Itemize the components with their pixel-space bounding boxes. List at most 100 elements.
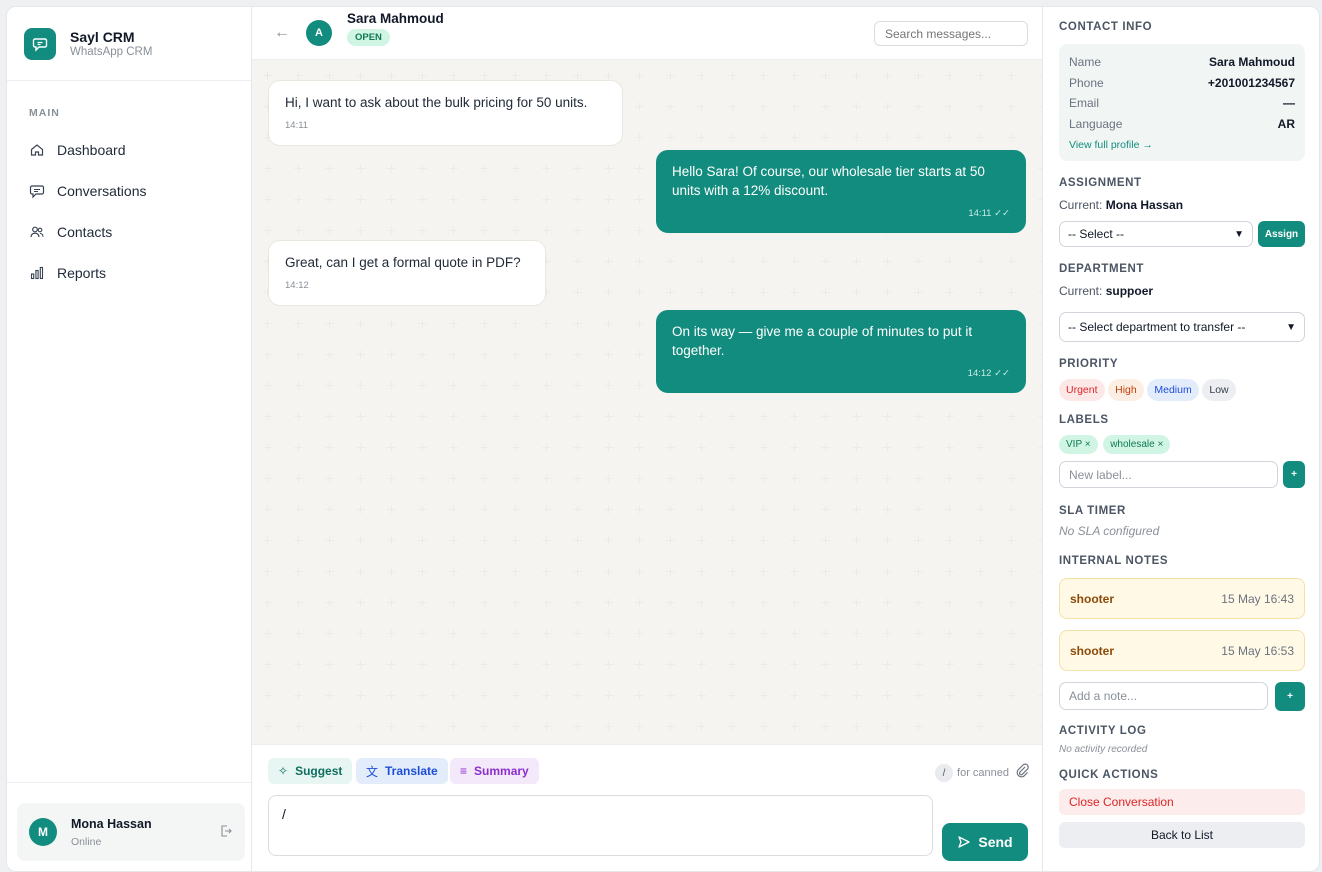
message-incoming: Hi, I want to ask about the bulk pricing… xyxy=(268,80,623,146)
send-label: Send xyxy=(978,834,1013,850)
brand-name: Sayl CRM xyxy=(70,29,135,45)
sidebar-item-contacts[interactable]: Contacts xyxy=(7,211,251,252)
sla-text: No SLA configured xyxy=(1059,524,1160,538)
priority-medium[interactable]: Medium xyxy=(1147,379,1199,401)
activity-title: ACTIVITY LOG xyxy=(1059,725,1147,737)
message-list: Hi, I want to ask about the bulk pricing… xyxy=(252,60,1042,744)
message-text: Great, can I get a formal quote in PDF? xyxy=(285,255,521,270)
priority-low[interactable]: Low xyxy=(1202,379,1236,401)
chat-area: ← A Sara Mahmoud OPEN Hi, I want to ask … xyxy=(252,7,1043,871)
department-select-value: -- Select department to transfer -- xyxy=(1068,320,1246,334)
priority-high[interactable]: High xyxy=(1108,379,1144,401)
view-profile-link[interactable]: View full profile → xyxy=(1069,139,1295,151)
brand-subtitle: WhatsApp CRM xyxy=(70,46,153,58)
info-value: Sara Mahmoud xyxy=(1208,55,1295,69)
close-conversation-button[interactable]: Close Conversation xyxy=(1059,789,1305,815)
app-window: Sayl CRM WhatsApp CRM MAIN Dashboard Con… xyxy=(6,6,1320,872)
suggest-button[interactable]: ✧ Suggest xyxy=(268,758,353,784)
sidebar: Sayl CRM WhatsApp CRM MAIN Dashboard Con… xyxy=(7,7,252,871)
attachment-icon[interactable] xyxy=(1014,762,1030,778)
quick-actions-title: QUICK ACTIONS xyxy=(1059,769,1159,781)
chat-icon xyxy=(29,184,45,198)
label-tag-vip[interactable]: VIP × xyxy=(1059,435,1098,454)
suggest-label: Suggest xyxy=(295,764,343,778)
sidebar-item-reports[interactable]: Reports xyxy=(7,252,251,293)
translate-icon: 文 xyxy=(366,764,379,779)
agent-select-value: -- Select -- xyxy=(1068,227,1125,241)
message-text: On its way — give me a couple of minutes… xyxy=(672,324,973,358)
sidebar-item-label: Reports xyxy=(57,264,107,281)
priority-urgent[interactable]: Urgent xyxy=(1059,379,1105,401)
translate-button[interactable]: 文 Translate xyxy=(356,758,448,784)
sidebar-item-label: Conversations xyxy=(57,182,147,199)
users-icon xyxy=(30,226,44,237)
department-title: DEPARTMENT xyxy=(1059,263,1145,275)
contact-info-title: CONTACT INFO xyxy=(1059,21,1153,33)
label-tags: VIP × wholesale × xyxy=(1059,435,1305,454)
message-outgoing: On its way — give me a couple of minutes… xyxy=(656,310,1026,393)
sidebar-item-label: Contacts xyxy=(57,223,113,240)
note-time: 15 May 16:43 xyxy=(1221,591,1294,606)
current-label: Current: xyxy=(1059,198,1103,212)
add-note-button[interactable]: + xyxy=(1275,682,1305,711)
info-value: — xyxy=(1283,96,1295,110)
current-department: suppoer xyxy=(1105,284,1154,298)
send-button[interactable]: Send xyxy=(942,823,1028,861)
assign-button[interactable]: Assign xyxy=(1258,221,1305,247)
info-row-name: Name Sara Mahmoud xyxy=(1069,52,1295,73)
contact-name[interactable]: Sara Mahmoud xyxy=(347,11,444,26)
info-row-phone: Phone +201001234567 xyxy=(1069,73,1295,94)
back-arrow-icon[interactable]: ← xyxy=(274,24,290,42)
divider xyxy=(7,782,251,783)
assignment-current: Current: Mona Hassan xyxy=(1059,198,1305,212)
info-value: +201001234567 xyxy=(1207,75,1295,90)
logout-icon[interactable] xyxy=(219,824,233,838)
sidebar-item-dashboard[interactable]: Dashboard xyxy=(7,129,251,170)
avatar: M xyxy=(29,818,57,846)
summary-button[interactable]: ≡ Summary xyxy=(450,758,539,784)
agent-select[interactable]: -- Select -- ▼ xyxy=(1059,221,1253,247)
chevron-down-icon: ▼ xyxy=(1286,321,1296,333)
canned-hint: / for canned xyxy=(935,764,1009,782)
contact-info-card: Name Sara Mahmoud Phone +201001234567 Emai… xyxy=(1059,44,1305,161)
home-icon xyxy=(30,143,44,156)
current-user[interactable]: M Mona Hassan Online xyxy=(17,803,245,861)
sidebar-item-conversations[interactable]: Conversations xyxy=(7,170,251,211)
message-time: 14:12 ✓✓ xyxy=(967,368,1010,379)
add-label-button[interactable]: + xyxy=(1283,461,1305,488)
translate-label: Translate xyxy=(385,764,438,778)
back-to-list-button[interactable]: Back to List xyxy=(1059,822,1305,848)
canned-hint-text: for canned xyxy=(957,767,1009,779)
composer: ✧ Suggest 文 Translate ≡ Summary / for ca… xyxy=(252,744,1042,871)
status-badge: OPEN xyxy=(347,28,390,46)
note-time: 15 May 16:53 xyxy=(1221,643,1294,658)
list-icon: ≡ xyxy=(460,764,468,778)
add-note-input[interactable]: Add a note... xyxy=(1059,682,1268,710)
message-text: Hi, I want to ask about the bulk pricing… xyxy=(285,95,588,110)
brand[interactable]: Sayl CRM WhatsApp CRM xyxy=(7,7,251,81)
new-label-input[interactable]: New label... xyxy=(1059,461,1278,488)
info-row-email: Email — xyxy=(1069,93,1295,114)
labels-title: LABELS xyxy=(1059,414,1109,426)
priority-options: Urgent High Medium Low xyxy=(1059,379,1305,401)
message-input[interactable] xyxy=(268,795,933,856)
department-select[interactable]: -- Select department to transfer -- ▼ xyxy=(1059,312,1305,342)
send-icon xyxy=(958,836,971,848)
message-outgoing: Hello Sara! Of course, our wholesale tie… xyxy=(656,150,1026,233)
slash-key: / xyxy=(935,764,954,782)
department-current: Current: suppoer xyxy=(1059,284,1305,298)
logo-icon xyxy=(24,27,56,60)
search-messages-input[interactable] xyxy=(874,21,1028,46)
user-status: Online xyxy=(71,835,102,848)
sidebar-item-label: Dashboard xyxy=(57,141,126,158)
info-label: Language xyxy=(1069,116,1123,131)
user-name: Mona Hassan xyxy=(71,816,152,831)
assignment-title: ASSIGNMENT xyxy=(1059,177,1142,189)
info-label: Email xyxy=(1069,96,1100,110)
activity-text: No activity recorded xyxy=(1059,744,1148,755)
note-item: shooter 15 May 16:53 xyxy=(1059,630,1305,671)
message-incoming: Great, can I get a formal quote in PDF? … xyxy=(268,240,546,306)
label-tag-wholesale[interactable]: wholesale × xyxy=(1103,435,1171,454)
info-row-language: Language AR xyxy=(1069,114,1295,135)
note-item: shooter 15 May 16:43 xyxy=(1059,578,1305,619)
